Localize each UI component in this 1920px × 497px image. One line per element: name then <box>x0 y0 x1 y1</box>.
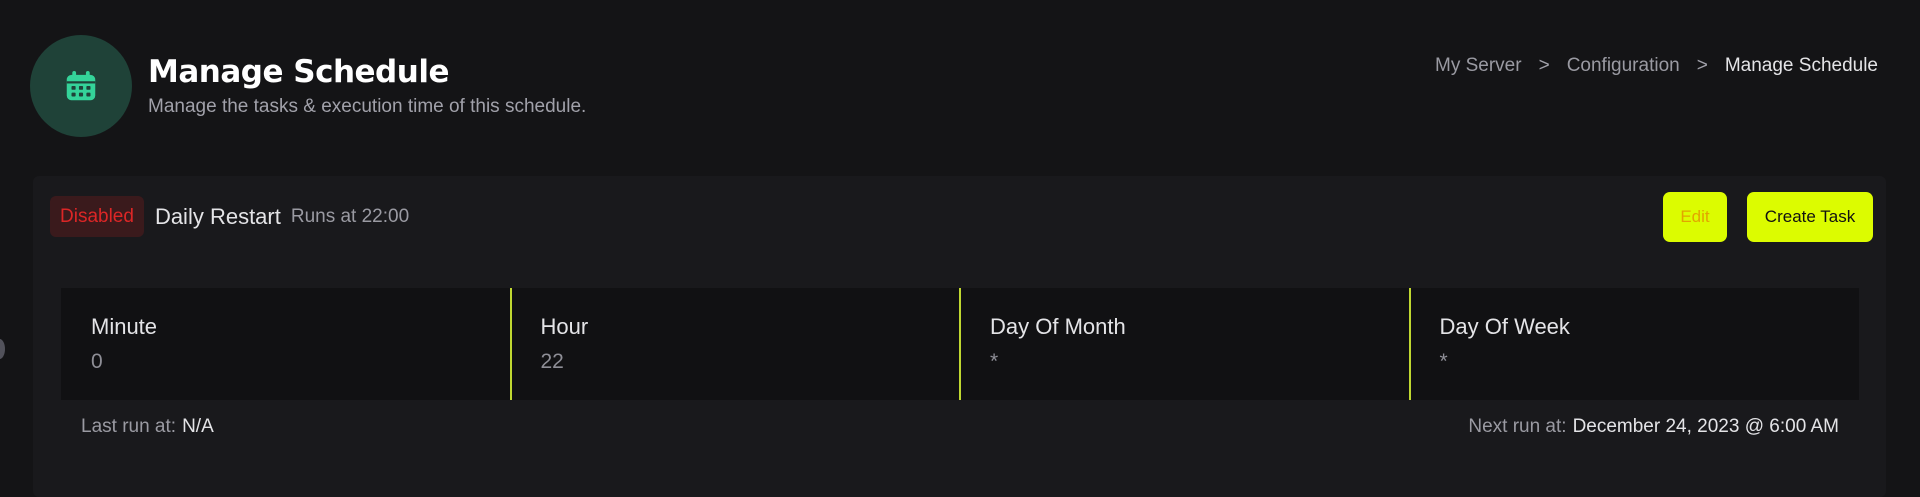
next-run: Next run at: December 24, 2023 @ 6:00 AM <box>1468 416 1839 438</box>
breadcrumb: My Server > Configuration > Manage Sched… <box>1435 55 1878 77</box>
page-header: Manage Schedule Manage the tasks & execu… <box>30 35 586 137</box>
schedule-actions: Edit Create Task <box>1663 192 1873 242</box>
cron-value: 0 <box>91 350 103 373</box>
cron-hour: Hour 22 <box>509 288 961 400</box>
breadcrumb-my-server[interactable]: My Server <box>1435 55 1522 77</box>
breadcrumb-separator: > <box>1538 55 1550 76</box>
breadcrumb-manage-schedule: Manage Schedule <box>1724 55 1878 76</box>
cron-value: * <box>990 350 999 373</box>
run-info: Last run at: N/A Next run at: December 24,… <box>81 416 1839 438</box>
schedule-card: Disabled Daily Restart Runs at 22:00 Edi… <box>33 176 1886 497</box>
manage-schedule-page: Manage Schedule Manage the tasks & execu… <box>0 0 1920 497</box>
schedule-runs-at: Runs at 22:00 <box>290 205 410 227</box>
next-run-label: Next run at: <box>1468 416 1567 437</box>
page-title: Manage Schedule <box>148 54 449 90</box>
edit-button[interactable]: Edit <box>1663 192 1727 242</box>
breadcrumb-configuration[interactable]: Configuration <box>1567 55 1680 77</box>
last-run-label: Last run at: <box>81 416 177 437</box>
cron-label: Day Of Month <box>990 314 1126 339</box>
schedule-summary: Disabled Daily Restart Runs at 22:00 <box>50 196 409 237</box>
cron-value: * <box>1439 350 1448 373</box>
scroll-handle[interactable] <box>0 339 5 359</box>
next-run-value: December 24, 2023 @ 6:00 AM <box>1572 416 1839 437</box>
cron-value: 22 <box>540 350 564 373</box>
cron-label: Day Of Week <box>1439 314 1570 339</box>
status-badge: Disabled <box>50 196 144 237</box>
create-task-button[interactable]: Create Task <box>1747 192 1873 242</box>
last-run-value: N/A <box>182 416 214 437</box>
last-run: Last run at: N/A <box>81 416 214 438</box>
breadcrumb-separator: > <box>1696 55 1708 76</box>
cron-grid: Minute 0 Hour 22 Day Of Month * Day Of W… <box>61 288 1859 400</box>
calendar-icon-badge <box>30 35 132 137</box>
cron-day-of-week: Day Of Week * <box>1408 288 1860 400</box>
cron-minute: Minute 0 <box>61 288 511 400</box>
page-subtitle: Manage the tasks & execution time of thi… <box>148 96 587 117</box>
schedule-name: Daily Restart <box>154 203 281 229</box>
cron-day-of-month: Day Of Month * <box>959 288 1410 400</box>
calendar-icon <box>66 70 96 101</box>
header-text: Manage Schedule Manage the tasks & execu… <box>148 54 586 118</box>
cron-label: Hour <box>540 314 589 339</box>
cron-label: Minute <box>91 314 158 339</box>
